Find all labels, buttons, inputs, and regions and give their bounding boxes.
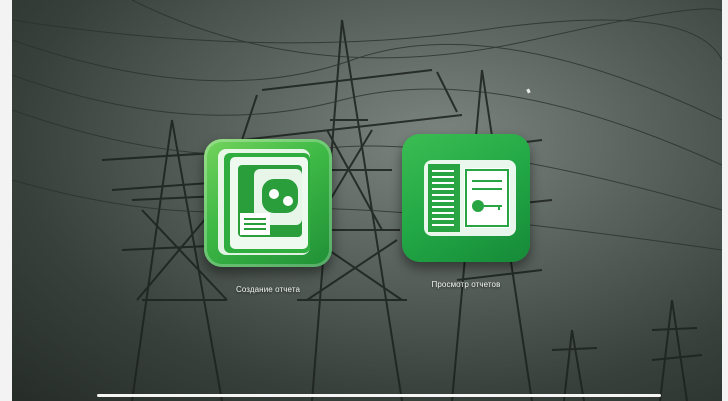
create-report-label[interactable]: Создание отчета: [202, 285, 334, 294]
create-report-app[interactable]: Создание отчета: [202, 139, 334, 294]
window-frame: Создание отчета Просмотр отчетов: [0, 0, 728, 401]
home-indicator[interactable]: [97, 394, 661, 397]
view-reports-icon[interactable]: [402, 134, 530, 262]
view-reports-app[interactable]: Просмотр отчетов: [400, 134, 532, 289]
view-reports-label[interactable]: Просмотр отчетов: [400, 280, 532, 289]
power-lines-wallpaper: [12, 0, 722, 401]
view-reports-glyph: [424, 160, 516, 236]
create-report-icon[interactable]: [204, 139, 332, 267]
create-report-glyph: [218, 149, 310, 255]
desktop-screen: Создание отчета Просмотр отчетов: [12, 0, 722, 401]
